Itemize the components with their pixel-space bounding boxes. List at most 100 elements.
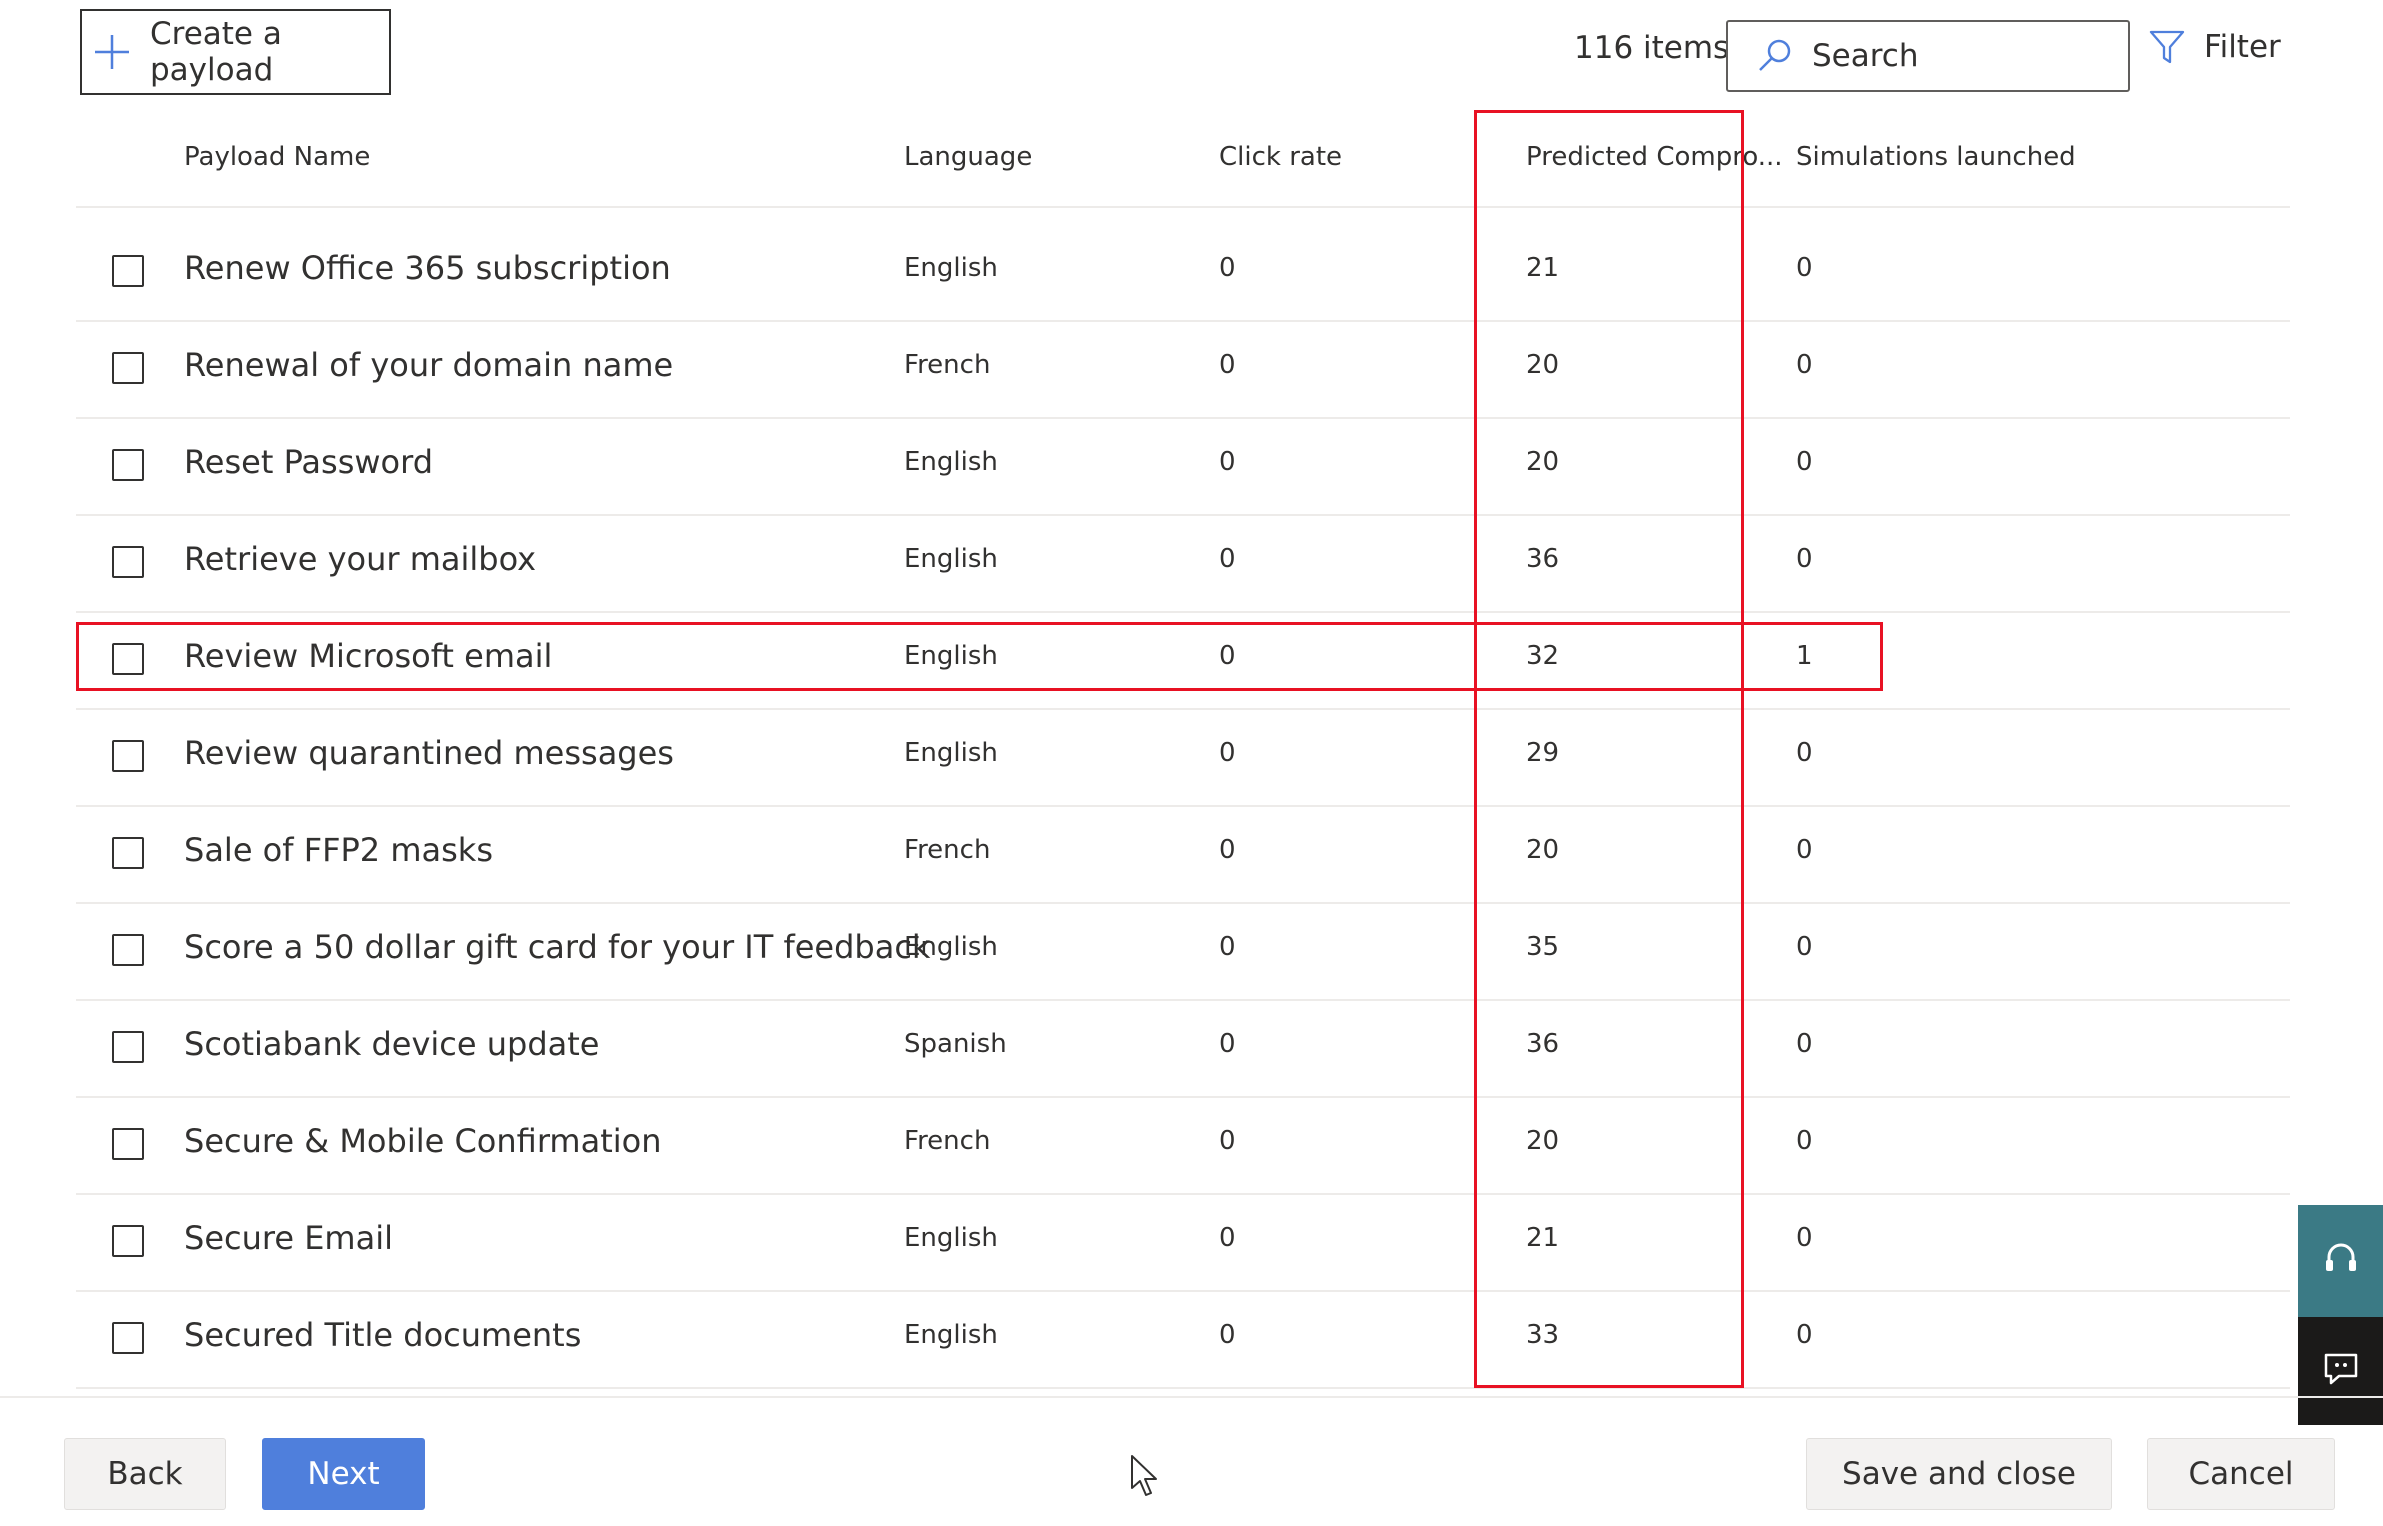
payload-language: English [904, 253, 998, 283]
search-input[interactable] [1810, 37, 2114, 75]
payload-name[interactable]: Scotiabank device update [184, 1025, 599, 1063]
row-checkbox[interactable] [112, 1128, 144, 1160]
payload-click-rate: 0 [1219, 932, 1236, 962]
search-icon [1756, 37, 1794, 75]
payload-name[interactable]: Retrieve your mailbox [184, 540, 536, 578]
back-button[interactable]: Back [64, 1438, 226, 1510]
payload-simulations-launched: 1 [1796, 641, 1813, 671]
table-row[interactable]: Secure & Mobile Confirmation French 0 20… [76, 1098, 2290, 1195]
row-checkbox[interactable] [112, 1322, 144, 1354]
payload-simulations-launched: 0 [1796, 1223, 1813, 1253]
table-row[interactable]: Review quarantined messages English 0 29… [76, 710, 2290, 807]
payload-name[interactable]: Renew Office 365 subscription [184, 249, 671, 287]
payload-name[interactable]: Score a 50 dollar gift card for your IT … [184, 928, 930, 966]
filter-label: Filter [2204, 29, 2281, 65]
row-checkbox[interactable] [112, 1225, 144, 1257]
filter-button[interactable]: Filter [2148, 28, 2281, 66]
row-checkbox[interactable] [112, 255, 144, 287]
payload-language: English [904, 738, 998, 768]
payload-predicted-compromise: 21 [1526, 253, 1560, 283]
payload-simulations-launched: 0 [1796, 1126, 1813, 1156]
payload-language: French [904, 835, 991, 865]
payload-language: English [904, 544, 998, 574]
table-header: Payload Name Language Click rate Predict… [76, 120, 2290, 208]
payload-click-rate: 0 [1219, 1029, 1236, 1059]
payload-simulations-launched: 0 [1796, 253, 1813, 283]
table-row[interactable]: Score a 50 dollar gift card for your IT … [76, 904, 2290, 1001]
column-header-simulations-launched[interactable]: Simulations launched [1796, 142, 2076, 172]
payload-click-rate: 0 [1219, 253, 1236, 283]
payload-simulations-launched: 0 [1796, 1029, 1813, 1059]
payload-language: English [904, 932, 998, 962]
payload-simulations-launched: 0 [1796, 738, 1813, 768]
payload-predicted-compromise: 20 [1526, 1126, 1560, 1156]
table-row[interactable]: Sale of FFP2 masks French 0 20 0 [76, 807, 2290, 904]
payload-simulations-launched: 0 [1796, 835, 1813, 865]
payload-predicted-compromise: 33 [1526, 1320, 1560, 1350]
table-row[interactable]: Secure Email English 0 21 0 [76, 1195, 2290, 1292]
cancel-button[interactable]: Cancel [2147, 1438, 2335, 1510]
table-row[interactable]: Renew Office 365 subscription English 0 … [76, 225, 2290, 322]
payload-predicted-compromise: 21 [1526, 1223, 1560, 1253]
payload-simulations-launched: 0 [1796, 1320, 1813, 1350]
payload-name[interactable]: Secure Email [184, 1219, 393, 1257]
column-header-click-rate[interactable]: Click rate [1219, 142, 1342, 172]
payload-language: French [904, 350, 991, 380]
payload-name[interactable]: Renewal of your domain name [184, 346, 673, 384]
mouse-cursor-icon [1130, 1454, 1160, 1502]
row-checkbox[interactable] [112, 449, 144, 481]
table-row[interactable]: Review Microsoft email English 0 32 1 [76, 613, 2290, 710]
payload-predicted-compromise: 32 [1526, 641, 1560, 671]
payload-language: English [904, 1320, 998, 1350]
payload-click-rate: 0 [1219, 544, 1236, 574]
create-payload-button[interactable]: Create a payload [80, 9, 391, 95]
table-row[interactable]: Secured Title documents English 0 33 0 [76, 1292, 2290, 1389]
table-row[interactable]: Retrieve your mailbox English 0 36 0 [76, 516, 2290, 613]
payload-language: English [904, 641, 998, 671]
payload-name[interactable]: Review Microsoft email [184, 637, 552, 675]
table-row[interactable]: Scotiabank device update Spanish 0 36 0 [76, 1001, 2290, 1098]
filter-icon [2148, 28, 2186, 66]
table-row[interactable]: Renewal of your domain name French 0 20 … [76, 322, 2290, 419]
headset-icon [2321, 1239, 2361, 1283]
items-count: 116 items [1574, 30, 1730, 66]
payload-predicted-compromise: 35 [1526, 932, 1560, 962]
payload-name[interactable]: Secured Title documents [184, 1316, 581, 1354]
payload-predicted-compromise: 20 [1526, 350, 1560, 380]
row-checkbox[interactable] [112, 352, 144, 384]
row-checkbox[interactable] [112, 740, 144, 772]
payload-click-rate: 0 [1219, 641, 1236, 671]
plus-icon [92, 32, 132, 72]
column-header-language[interactable]: Language [904, 142, 1032, 172]
payload-predicted-compromise: 36 [1526, 1029, 1560, 1059]
payload-name[interactable]: Reset Password [184, 443, 433, 481]
payload-click-rate: 0 [1219, 835, 1236, 865]
payload-language: French [904, 1126, 991, 1156]
payload-predicted-compromise: 20 [1526, 835, 1560, 865]
feedback-icon [2321, 1349, 2361, 1393]
column-header-predicted-compromise[interactable]: Predicted Compro... [1526, 142, 1783, 172]
row-checkbox[interactable] [112, 546, 144, 578]
search-box[interactable] [1726, 20, 2130, 92]
help-tab[interactable] [2298, 1205, 2383, 1317]
table-row[interactable]: Reset Password English 0 20 0 [76, 419, 2290, 516]
row-checkbox[interactable] [112, 837, 144, 869]
payload-simulations-launched: 0 [1796, 350, 1813, 380]
save-and-close-button[interactable]: Save and close [1806, 1438, 2112, 1510]
row-checkbox[interactable] [112, 643, 144, 675]
payload-language: English [904, 1223, 998, 1253]
payload-predicted-compromise: 29 [1526, 738, 1560, 768]
payload-simulations-launched: 0 [1796, 544, 1813, 574]
payload-predicted-compromise: 36 [1526, 544, 1560, 574]
payload-predicted-compromise: 20 [1526, 447, 1560, 477]
payload-name[interactable]: Review quarantined messages [184, 734, 674, 772]
payload-language: Spanish [904, 1029, 1007, 1059]
payload-name[interactable]: Secure & Mobile Confirmation [184, 1122, 661, 1160]
column-header-name[interactable]: Payload Name [184, 142, 370, 172]
next-button[interactable]: Next [262, 1438, 425, 1510]
row-checkbox[interactable] [112, 1031, 144, 1063]
payload-click-rate: 0 [1219, 1126, 1236, 1156]
payload-simulations-launched: 0 [1796, 932, 1813, 962]
row-checkbox[interactable] [112, 934, 144, 966]
payload-name[interactable]: Sale of FFP2 masks [184, 831, 493, 869]
